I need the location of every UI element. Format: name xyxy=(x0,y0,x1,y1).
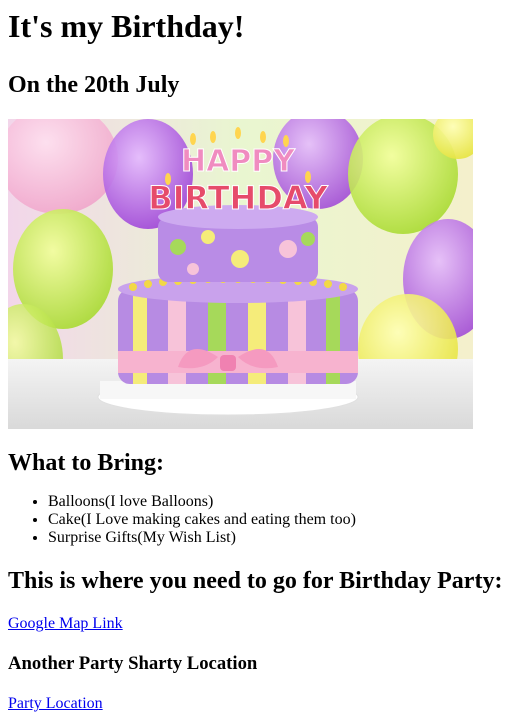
list-item: Balloons(I love Balloons) xyxy=(48,493,506,511)
another-location-heading: Another Party Sharty Location xyxy=(8,653,258,674)
list-item: Cake(I Love making cakes and eating them… xyxy=(48,511,506,529)
date-heading: On the 20th July xyxy=(8,72,180,98)
list-item: Surprise Gifts(My Wish List) xyxy=(48,529,506,547)
google-map-link[interactable]: Google Map Link xyxy=(8,615,506,633)
happy-candles: HAPPY xyxy=(181,144,296,179)
party-location-link[interactable]: Party Location xyxy=(8,695,506,713)
page-title: It's my Birthday! xyxy=(8,8,245,44)
birthday-cake-image: HAPPY BIRTHDAY xyxy=(8,119,473,429)
bring-list: Balloons(I love Balloons) Cake(I Love ma… xyxy=(8,493,506,547)
directions-heading: This is where you need to go for Birthda… xyxy=(8,568,503,594)
page-content: It's my Birthday! On the 20th July HAPPY… xyxy=(0,0,514,713)
what-to-bring-heading: What to Bring: xyxy=(8,450,164,476)
birthday-candles: BIRTHDAY xyxy=(148,179,328,217)
